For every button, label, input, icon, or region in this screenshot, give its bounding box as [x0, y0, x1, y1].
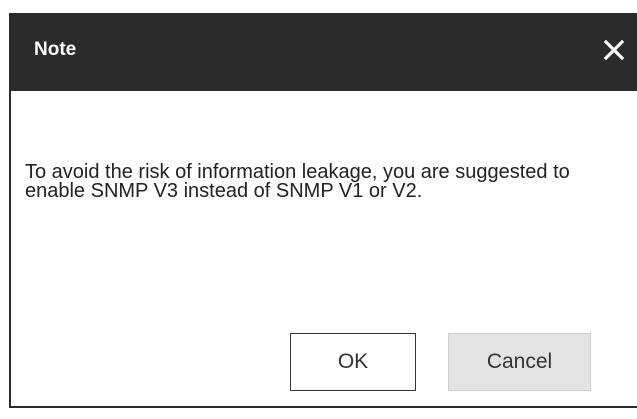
dialog-titlebar: Note [9, 13, 637, 91]
dialog-title: Note [34, 39, 77, 60]
cancel-button[interactable]: Cancel [448, 333, 591, 391]
close-icon [603, 39, 625, 61]
dialog-message: To avoid the risk of information leakage… [25, 161, 570, 202]
note-dialog: Note To avoid the risk of information le… [0, 0, 637, 419]
ok-button[interactable]: OK [290, 333, 416, 391]
close-button[interactable] [597, 33, 631, 67]
